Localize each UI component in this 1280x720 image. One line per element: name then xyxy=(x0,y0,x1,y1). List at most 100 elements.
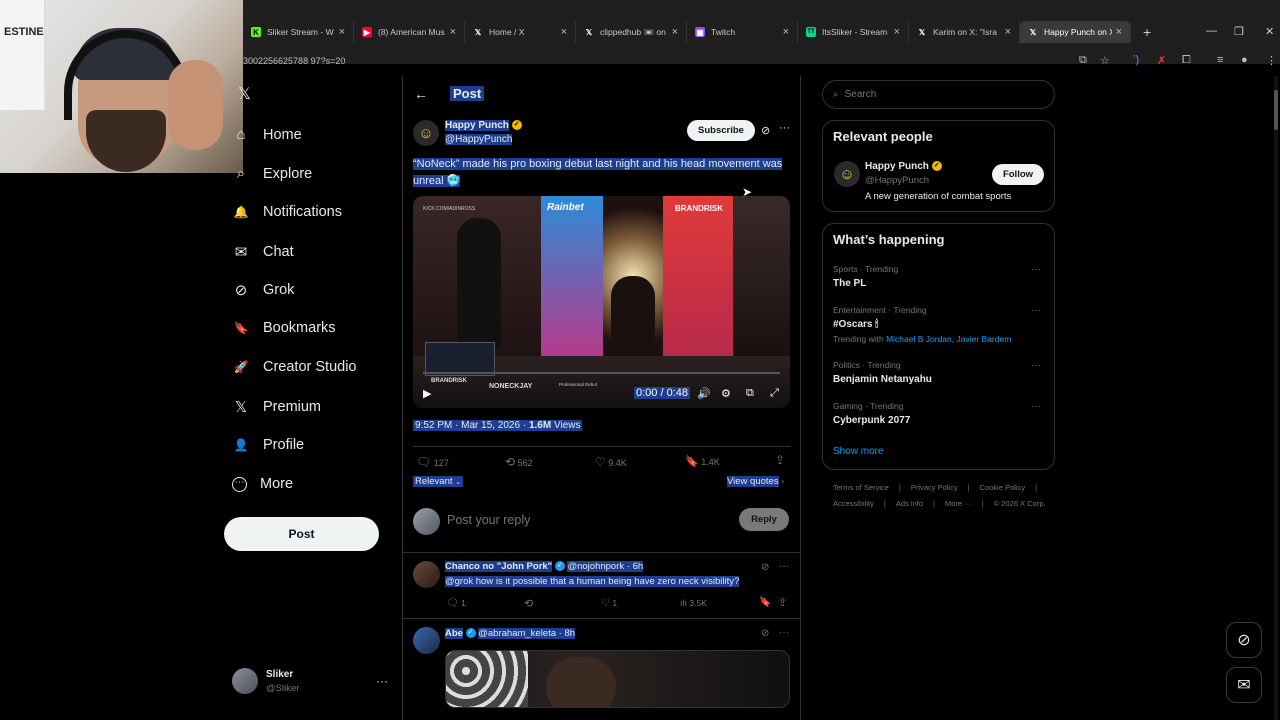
show-more-link[interactable]: Show more xyxy=(833,446,884,457)
close-icon[interactable]: × xyxy=(450,26,456,38)
volume-icon[interactable]: 🔊 xyxy=(697,387,711,400)
picture-in-picture-icon[interactable]: ⧉ xyxy=(746,387,754,400)
sort-dropdown[interactable]: Relevant ⌄ xyxy=(413,476,464,487)
close-icon[interactable]: × xyxy=(783,26,789,38)
restore-icon[interactable]: ❐ xyxy=(1234,25,1244,38)
settings-gear-icon[interactable]: ⚙ xyxy=(721,387,731,400)
more-options-icon[interactable]: ··· xyxy=(779,627,789,638)
trend-more-icon[interactable]: ··· xyxy=(1031,264,1041,275)
reply-handle[interactable]: @abraham_keleta xyxy=(478,628,557,639)
share-icon[interactable]: ⇪ xyxy=(778,596,787,609)
close-icon[interactable]: × xyxy=(561,26,567,38)
nav-creator-studio[interactable]: 🚀 Creator Studio xyxy=(232,359,357,375)
video-player[interactable]: KICK.COM/ADINROSS Rainbet BRANDRISK BRAN… xyxy=(413,196,790,408)
reply-like-action[interactable]: ♡ 1 xyxy=(601,598,617,609)
profile-icon[interactable]: ● xyxy=(1241,54,1248,66)
nav-grok[interactable]: ⊘ Grok xyxy=(232,281,295,299)
trend-more-icon[interactable]: ··· xyxy=(1031,360,1041,371)
account-menu-icon[interactable]: ··· xyxy=(376,674,388,688)
author-name[interactable]: Happy Punch xyxy=(445,120,509,131)
close-icon[interactable]: × xyxy=(1116,26,1122,38)
footer-link[interactable]: Privacy Policy xyxy=(911,483,958,492)
grok-icon[interactable]: ⊘ xyxy=(761,124,770,137)
nav-premium[interactable]: 𝕏 Premium xyxy=(232,398,321,416)
cast-icon[interactable]: ⧉ xyxy=(1079,54,1087,67)
extension-icon[interactable]: ʼ) xyxy=(1133,54,1139,66)
reply-input[interactable]: Post your reply xyxy=(447,513,530,527)
close-icon[interactable]: × xyxy=(894,26,900,38)
close-icon[interactable]: × xyxy=(672,26,678,38)
grok-icon[interactable]: ⊘ xyxy=(761,628,769,639)
bookmark-star-icon[interactable]: ☆ xyxy=(1100,54,1110,67)
trend-more-icon[interactable]: ··· xyxy=(1031,305,1041,316)
repost-action[interactable]: ⟲ 562 xyxy=(505,455,533,469)
follow-button[interactable]: Follow xyxy=(992,164,1044,185)
browser-tab-active[interactable]: 𝕏 Happy Punch on X × xyxy=(1020,21,1131,43)
extension-icon[interactable]: ✗ xyxy=(1157,54,1166,67)
repost-icon[interactable]: ⟲ xyxy=(524,597,533,610)
nav-explore[interactable]: ⌕ Explore xyxy=(232,165,312,182)
browser-menu-icon[interactable]: ⋮ xyxy=(1266,54,1277,67)
reply-media[interactable] xyxy=(445,650,790,708)
nav-notifications[interactable]: 🔔 Notifications xyxy=(232,204,342,220)
grok-icon[interactable]: ⊘ xyxy=(761,562,769,573)
trend-item[interactable]: Politics · Trending Benjamin Netanyahu ·… xyxy=(833,360,1043,385)
reply-handle[interactable]: @nojohnpork xyxy=(567,561,625,572)
grok-float-button[interactable]: ⊘ xyxy=(1226,622,1262,658)
nav-bookmarks[interactable]: 🔖 Bookmarks xyxy=(232,320,336,336)
browser-tab[interactable]: 𝕏 Home / X × xyxy=(465,21,576,43)
close-icon[interactable]: × xyxy=(1005,26,1011,38)
fullscreen-icon[interactable]: ⤢ xyxy=(770,387,779,400)
messages-float-button[interactable]: ✉ xyxy=(1226,667,1262,703)
video-progress-track[interactable] xyxy=(423,372,780,374)
author-avatar[interactable]: ☺ xyxy=(413,120,439,146)
footer-link[interactable]: Cookie Policy xyxy=(980,483,1025,492)
person-avatar[interactable]: ☺ xyxy=(834,161,860,187)
footer-link[interactable]: Ads info xyxy=(896,499,923,508)
scrollbar[interactable] xyxy=(1274,76,1278,720)
footer-link[interactable]: Terms of Service xyxy=(833,483,889,492)
subscribe-button[interactable]: Subscribe xyxy=(687,120,755,141)
footer-link[interactable]: More ··· xyxy=(945,499,972,508)
reply-avatar[interactable] xyxy=(413,561,440,588)
footer-link[interactable]: Accessibility xyxy=(833,499,874,508)
author-handle[interactable]: @HappyPunch xyxy=(445,134,513,145)
trend-more-icon[interactable]: ··· xyxy=(1031,401,1041,412)
address-bar[interactable]: 3002256625788 97?s=20 xyxy=(243,52,1063,70)
minimize-icon[interactable]: — xyxy=(1206,25,1217,37)
extensions-puzzle-icon[interactable]: ⧠ xyxy=(1182,54,1191,67)
browser-tab[interactable]: ▣ Twitch × xyxy=(687,21,798,43)
post-button[interactable]: Post xyxy=(224,517,379,551)
x-logo-icon[interactable]: 𝕏 xyxy=(238,84,251,104)
reply-author[interactable]: Abe xyxy=(445,628,463,639)
reply-avatar[interactable] xyxy=(413,627,440,654)
view-quotes-link[interactable]: View quotes xyxy=(727,476,779,487)
reply-reply-action[interactable]: 🗨 1 xyxy=(446,598,466,609)
nav-more[interactable]: ⋯ More xyxy=(232,476,293,492)
media-icon[interactable]: ≡ xyxy=(1217,54,1223,66)
browser-tab[interactable]: TT ItsSliker - Stream × xyxy=(798,21,909,43)
trend-item[interactable]: Entertainment · Trending #Oscars 🕯 Trend… xyxy=(833,305,1043,344)
search-input[interactable]: ⌕ Search xyxy=(822,80,1055,109)
nav-chat[interactable]: ✉ Chat xyxy=(232,243,294,261)
browser-tab[interactable]: 𝕏clippedhub 📼 on × xyxy=(576,21,687,43)
play-icon[interactable]: ▶ xyxy=(423,387,431,400)
scrollbar-thumb[interactable] xyxy=(1274,90,1278,130)
post-timestamp[interactable]: 9:52 PM · Mar 15, 2026 · xyxy=(415,420,529,431)
user-avatar[interactable] xyxy=(232,668,258,694)
like-action[interactable]: ♡ 9.4K xyxy=(595,455,627,469)
trend-item[interactable]: Gaming · Trending Cyberpunk 2077 ··· xyxy=(833,401,1043,426)
nav-home[interactable]: ⌂ Home xyxy=(232,126,301,143)
trend-with-links[interactable]: Michael B Jordan, Javier Bardem xyxy=(886,334,1011,344)
nav-profile[interactable]: 👤 Profile xyxy=(232,437,305,453)
more-options-icon[interactable]: ··· xyxy=(779,561,789,572)
reply-author[interactable]: Chanco no "John Pork" xyxy=(445,561,553,572)
person-name[interactable]: Happy Punch xyxy=(865,161,929,172)
back-arrow-icon[interactable]: ← xyxy=(414,86,428,102)
trend-item[interactable]: Sports · Trending The PL ··· xyxy=(833,264,1043,289)
reply-views-action[interactable]: ılı 3.5K xyxy=(680,598,707,608)
new-tab-icon[interactable]: + xyxy=(1143,24,1151,40)
share-icon[interactable]: ⇪ xyxy=(775,453,785,467)
reply-action[interactable]: 🗨 127 xyxy=(416,455,449,469)
browser-tab[interactable]: 𝕏 Karim on X: "Isra × xyxy=(909,21,1020,43)
